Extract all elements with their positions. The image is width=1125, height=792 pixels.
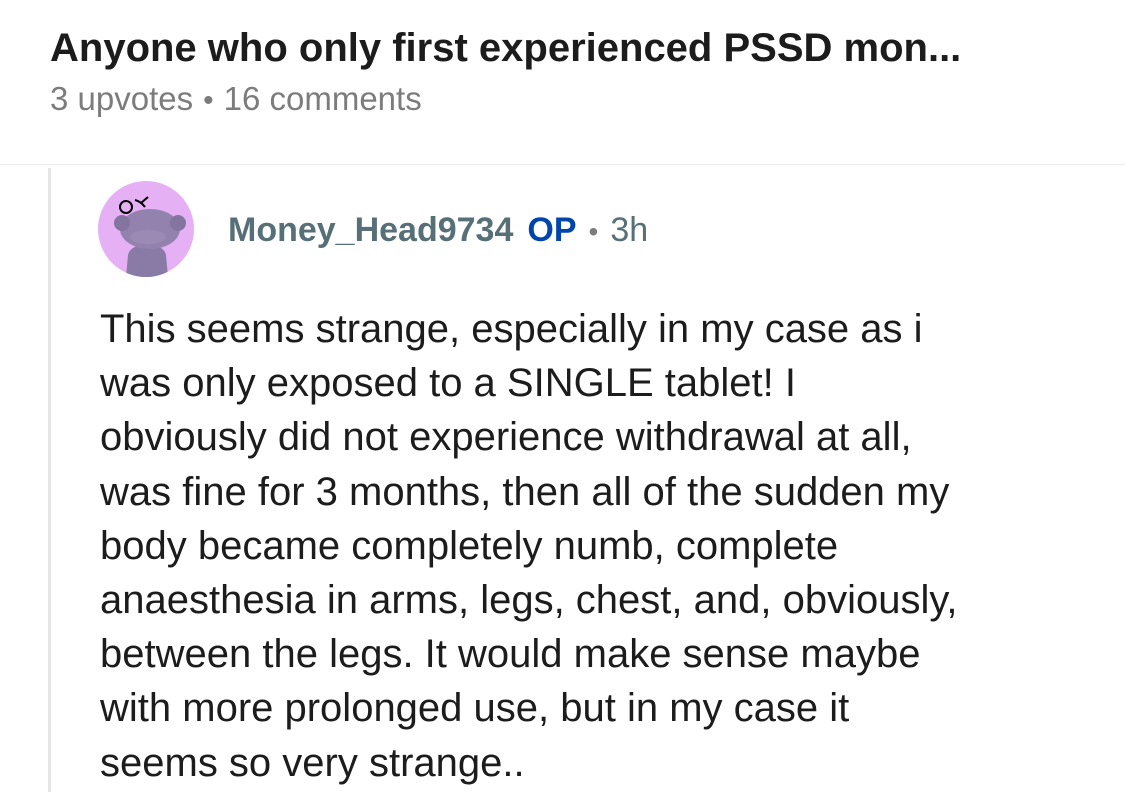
comment-line: seems so very strange.. [100, 740, 525, 785]
meta-separator: • [588, 216, 599, 247]
post-header[interactable]: Anyone who only first experienced PSSD m… [0, 0, 1125, 165]
upvote-count: 3 upvotes [50, 80, 194, 117]
post-title[interactable]: Anyone who only first experienced PSSD m… [50, 22, 961, 74]
op-badge: OP [527, 211, 577, 249]
comment-line: between the legs. It would make sense ma… [100, 632, 921, 677]
user-avatar[interactable] [98, 181, 194, 277]
comment-line: was only exposed to a SINGLE tablet! I [100, 361, 796, 406]
comment-body: This seems strange, especially in my cas… [100, 302, 1110, 790]
comment-line: with more prolonged use, but in my case … [100, 686, 850, 731]
comment-line: was fine for 3 months, then all of the s… [100, 469, 950, 514]
reddit-thread-view: Anyone who only first experienced PSSD m… [0, 0, 1125, 792]
snoo-avatar-icon [114, 196, 186, 277]
meta-separator: • [203, 84, 214, 117]
comment-line: body became completely numb, complete [100, 523, 839, 568]
comment-meta: Money_Head9734 OP • 3h [228, 208, 648, 254]
comment-thread-line[interactable] [48, 168, 51, 792]
comment-line: This seems strange, especially in my cas… [100, 307, 923, 351]
comment-line: anaesthesia in arms, legs, chest, and, o… [100, 578, 958, 623]
post-meta: 3 upvotes • 16 comments [50, 78, 422, 122]
comment-timestamp: 3h [610, 211, 649, 249]
comment-line: obviously did not experience withdrawal … [100, 415, 912, 460]
comment-author[interactable]: Money_Head9734 [228, 211, 513, 249]
comment-count: 16 comments [223, 80, 422, 117]
